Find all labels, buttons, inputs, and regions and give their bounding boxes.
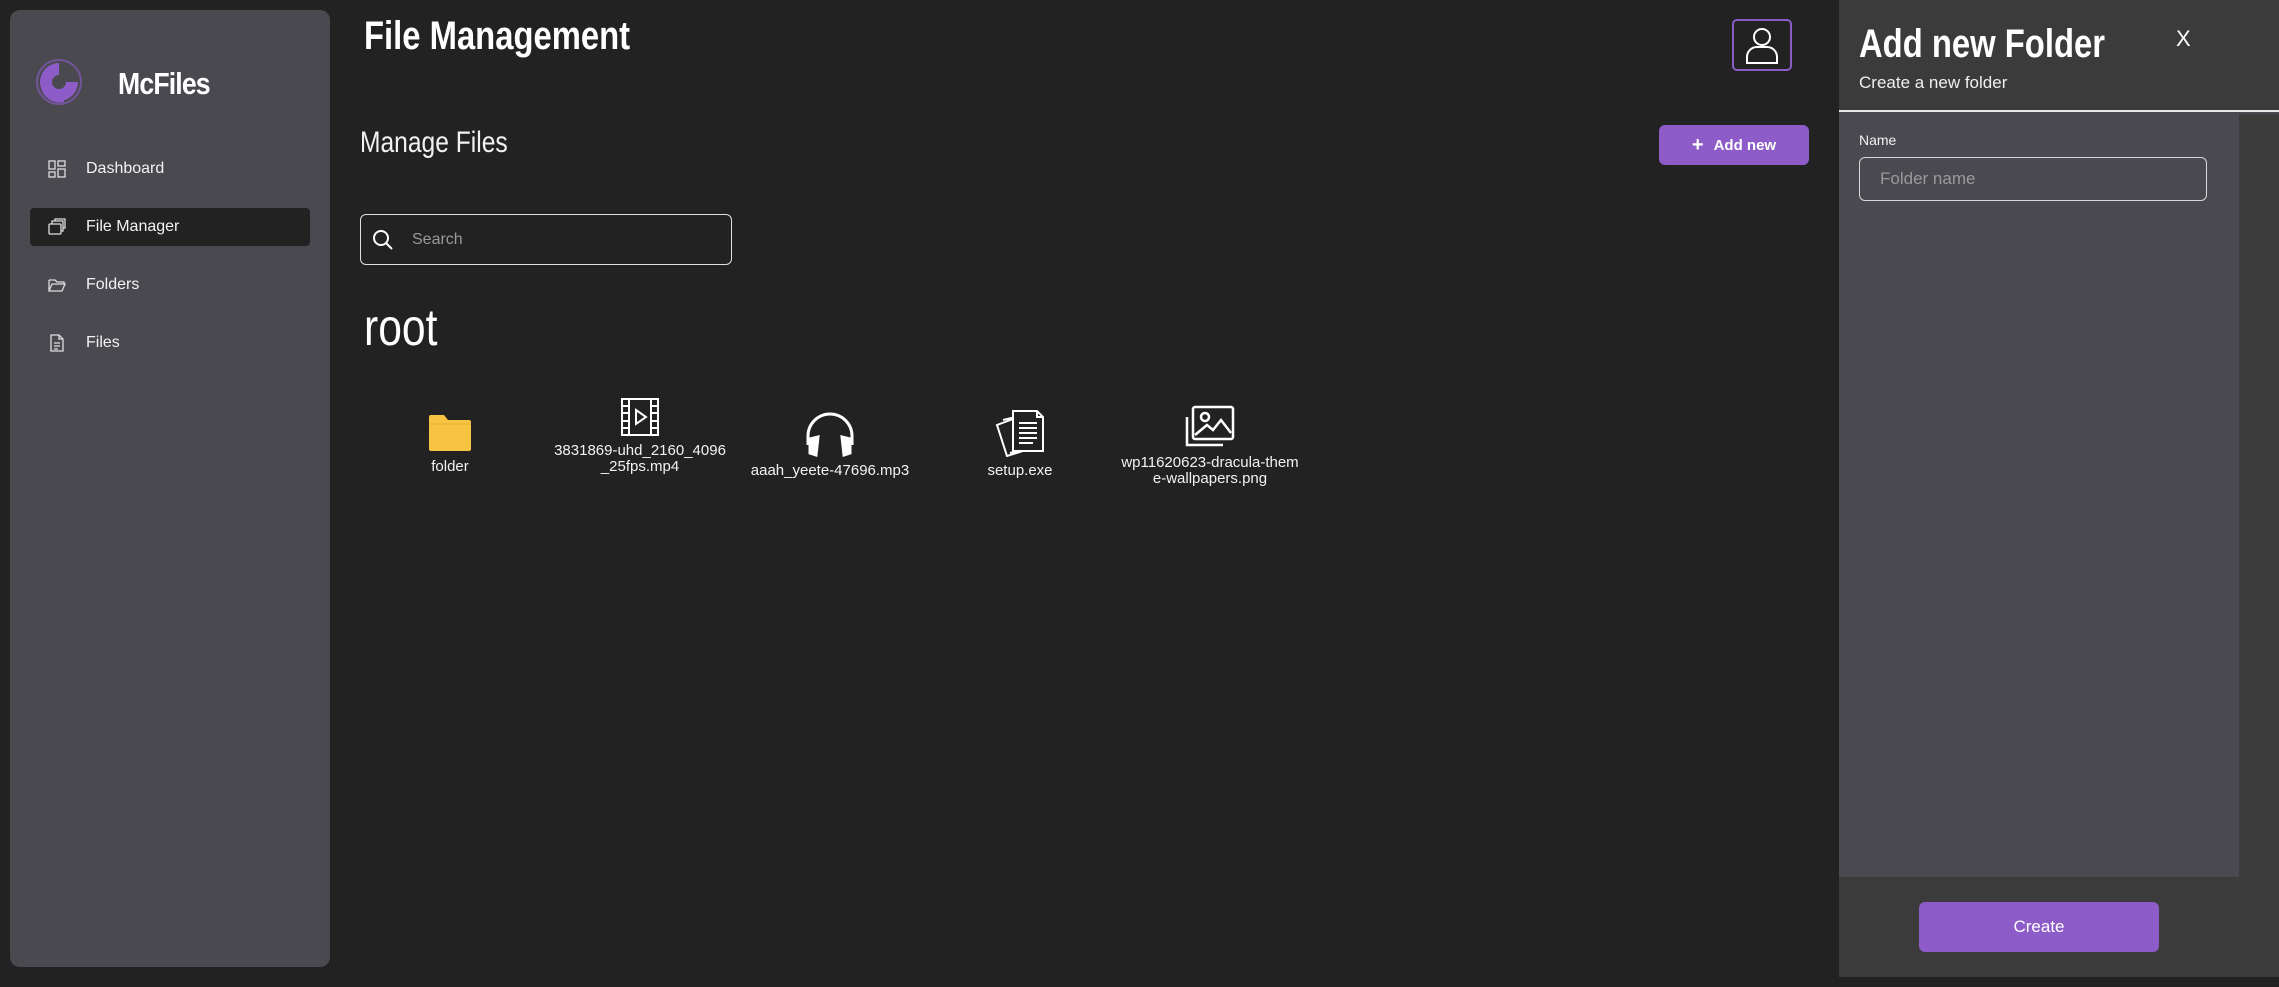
add-folder-panel: Add new Folder Create a new folder X Nam… (1839, 0, 2279, 977)
plus-icon: + (1691, 134, 1704, 156)
sidebar-item-label: File Manager (86, 218, 180, 235)
folder-icon (429, 415, 471, 451)
sidebar-item-label: Folders (86, 276, 140, 293)
sidebar-item-folders[interactable]: Folders (30, 266, 310, 304)
search-icon (373, 229, 393, 250)
video-icon (621, 398, 659, 436)
close-button[interactable]: X (2176, 26, 2191, 52)
panel-body: Name (1839, 114, 2239, 877)
panel-header: Add new Folder Create a new folder X (1839, 0, 2279, 112)
search-box (360, 214, 732, 265)
document-icon (48, 334, 66, 352)
folder-name-input[interactable] (1859, 157, 2207, 201)
panel-title: Add new Folder (1859, 22, 2105, 66)
image-icon (1185, 405, 1235, 447)
section-title: Manage Files (360, 126, 508, 159)
name-label: Name (1859, 132, 1897, 148)
create-button[interactable]: Create (1919, 902, 2159, 952)
file-item-exe[interactable]: setup.exe (930, 409, 1110, 479)
page-title: File Management (364, 14, 631, 58)
sidebar-item-files[interactable]: Files (30, 324, 310, 362)
search-input[interactable] (412, 230, 712, 249)
panel-scrollbar[interactable] (2239, 114, 2279, 877)
file-name: aaah_yeete-47696.mp3 (750, 462, 910, 479)
headphones-icon (806, 412, 854, 457)
file-name: 3831869-uhd_2160_4096_25fps.mp4 (554, 442, 726, 475)
documents-icon (995, 410, 1044, 457)
bottom-strip (1839, 977, 2279, 987)
user-button[interactable] (1732, 19, 1792, 71)
file-item-audio[interactable]: aaah_yeete-47696.mp3 (740, 409, 920, 479)
brand[interactable]: McFiles (34, 52, 211, 112)
file-item-video[interactable]: 3831869-uhd_2160_4096_25fps.mp4 (550, 397, 730, 475)
panel-subtitle: Create a new folder (1859, 73, 2008, 92)
folder-open-icon (48, 276, 66, 294)
add-new-button[interactable]: + Add new (1659, 125, 1809, 165)
file-item-image[interactable]: wp11620623-dracula-theme-wallpapers.png (1120, 403, 1300, 487)
sidebar-item-dashboard[interactable]: Dashboard (30, 150, 310, 188)
sidebar-item-file-manager[interactable]: File Manager (30, 208, 310, 246)
app-name: McFiles (118, 66, 211, 101)
sidebar-nav: Dashboard File Manager Folders Files (30, 150, 310, 382)
file-name: folder (431, 458, 469, 475)
add-new-label: Add new (1713, 136, 1777, 154)
sidebar-item-label: Files (86, 334, 120, 351)
file-name: wp11620623-dracula-theme-wallpapers.png (1121, 454, 1299, 487)
panel-footer: Create (1839, 877, 2279, 977)
file-manager-icon (48, 218, 66, 236)
path-title: root (364, 299, 438, 357)
file-item-folder[interactable]: folder (360, 413, 540, 475)
sidebar-item-label: Dashboard (86, 160, 165, 177)
dashboard-icon (48, 160, 66, 178)
sidebar: McFiles Dashboard File Manager Folders F… (10, 10, 330, 967)
file-name: setup.exe (987, 462, 1053, 479)
user-icon (1746, 28, 1778, 64)
logo-icon (36, 59, 82, 105)
